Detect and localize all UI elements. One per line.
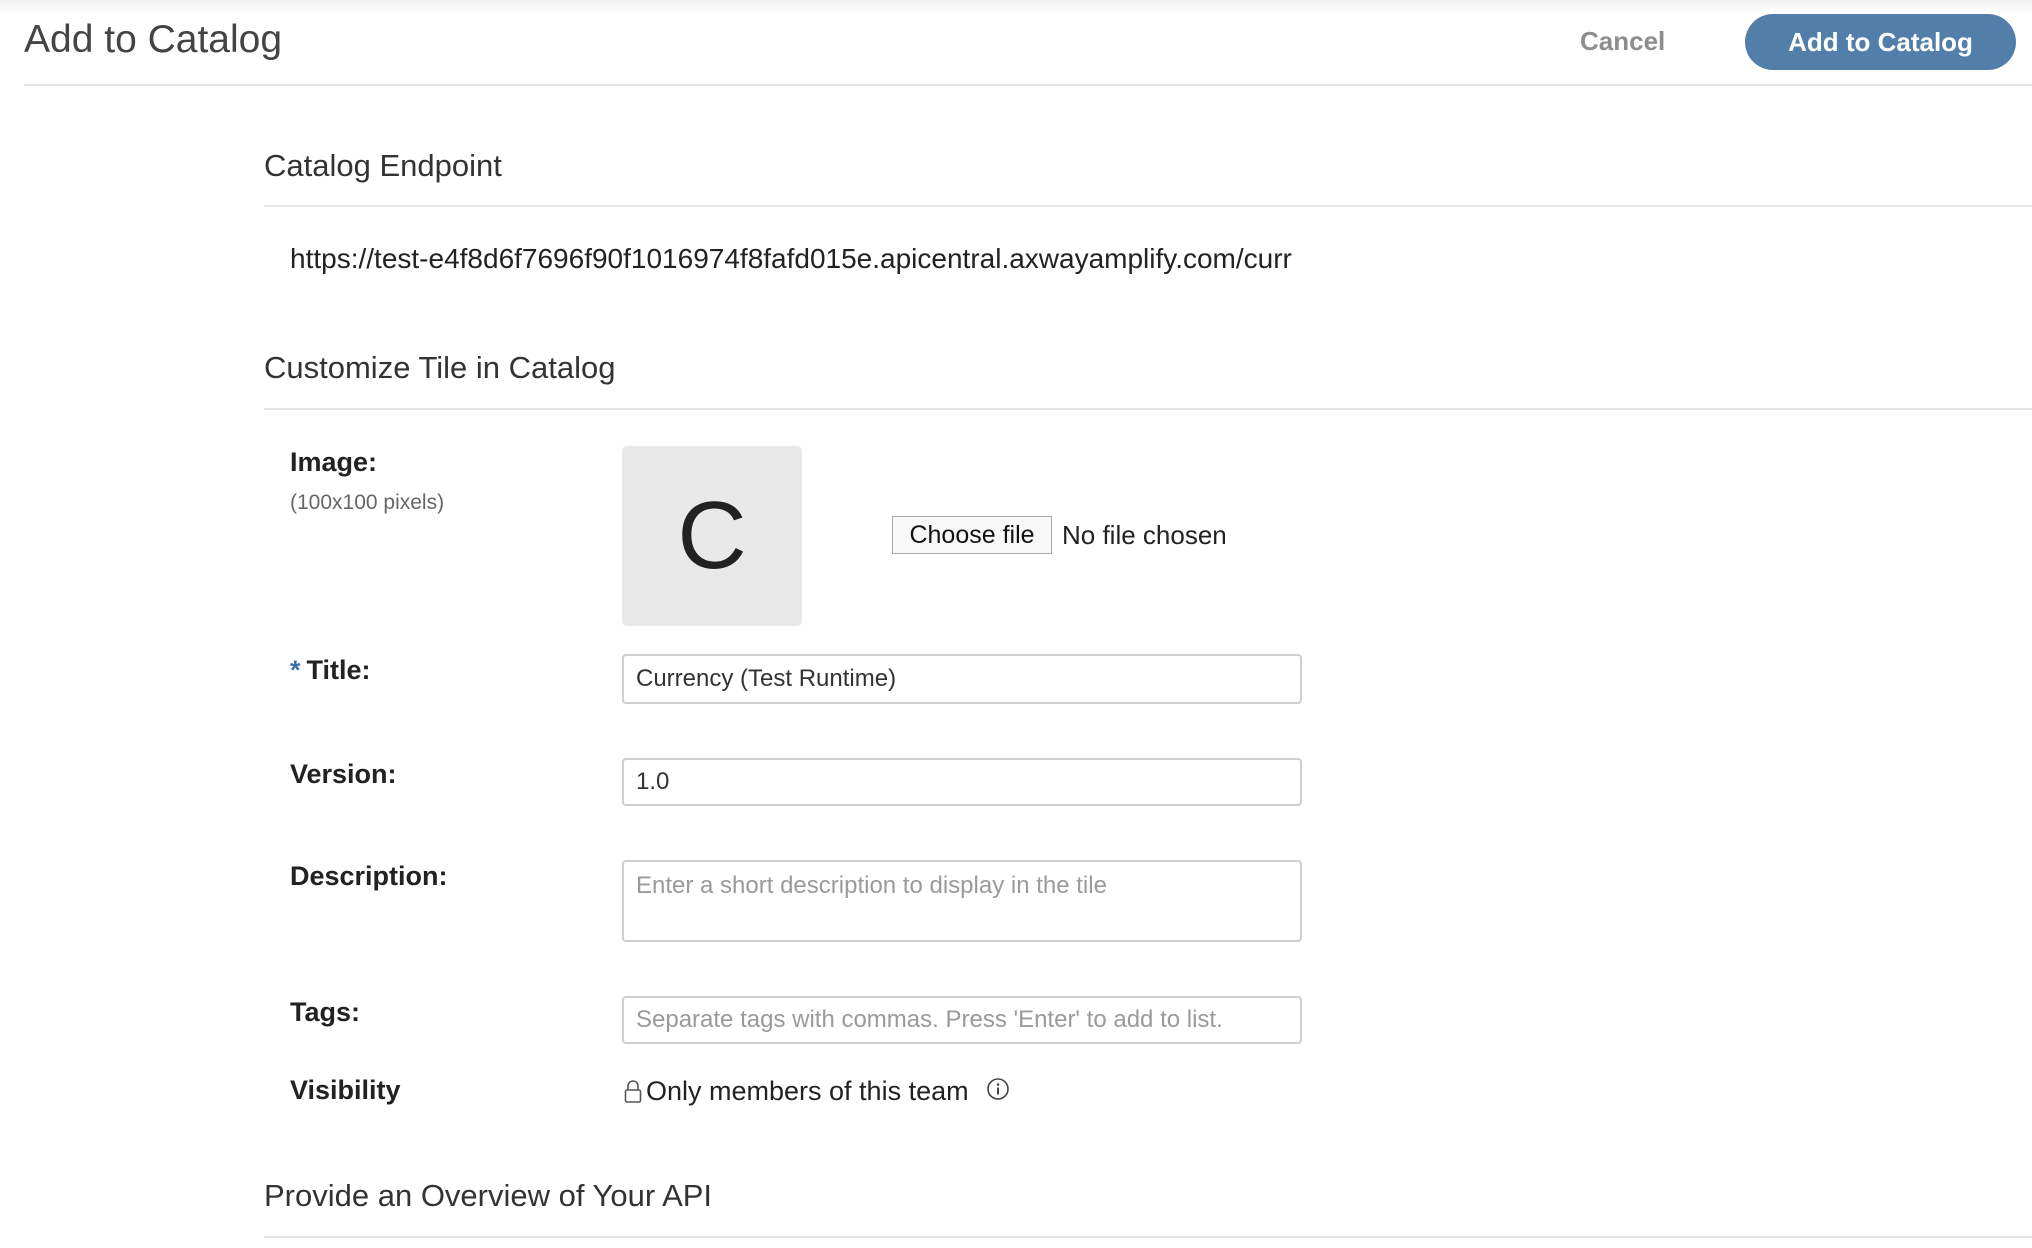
tags-input[interactable]: Separate tags with commas. Press 'Enter'…: [622, 996, 1302, 1044]
page-title: Add to Catalog: [24, 18, 283, 61]
visibility-text: Only members of this team: [646, 1076, 969, 1106]
version-input[interactable]: 1.0: [622, 758, 1302, 806]
title-input-value: Currency (Test Runtime): [636, 665, 897, 692]
header-divider: [24, 84, 2032, 86]
image-label: Image:: [290, 447, 378, 477]
description-label: Description:: [290, 861, 448, 891]
image-size-hint: (100x100 pixels): [290, 491, 445, 514]
lock-icon: [624, 1079, 642, 1103]
info-icon[interactable]: [986, 1077, 1010, 1101]
description-placeholder: Enter a short description to display in …: [636, 872, 1107, 899]
section-divider: [264, 1236, 2032, 1238]
title-label-text: Title:: [306, 655, 371, 685]
tile-image-preview: C: [622, 446, 802, 626]
title-label: * Title:: [290, 655, 371, 686]
required-marker: *: [290, 655, 301, 685]
section-divider: [264, 408, 2032, 410]
visibility-value: Only members of this team: [624, 1076, 969, 1107]
visibility-label: Visibility: [290, 1075, 401, 1105]
section-divider: [264, 205, 2032, 207]
title-input[interactable]: Currency (Test Runtime): [622, 654, 1302, 704]
cancel-button[interactable]: Cancel: [1580, 26, 1665, 57]
overview-heading: Provide an Overview of Your API: [264, 1178, 713, 1213]
tags-label: Tags:: [290, 997, 361, 1027]
tags-placeholder: Separate tags with commas. Press 'Enter'…: [636, 1006, 1223, 1033]
page-header: [0, 0, 2032, 86]
catalog-endpoint-heading: Catalog Endpoint: [264, 148, 502, 183]
file-status: No file chosen: [1062, 520, 1227, 550]
version-label: Version:: [290, 759, 397, 789]
customize-tile-heading: Customize Tile in Catalog: [264, 350, 616, 385]
choose-file-button[interactable]: Choose file: [892, 516, 1052, 554]
tile-image-letter: C: [677, 482, 747, 589]
version-input-value: 1.0: [636, 768, 670, 795]
description-textarea[interactable]: Enter a short description to display in …: [622, 860, 1302, 942]
add-to-catalog-button[interactable]: Add to Catalog: [1745, 14, 2016, 70]
catalog-endpoint-url: https://test-e4f8d6f7696f90f1016974f8faf…: [290, 243, 1292, 274]
